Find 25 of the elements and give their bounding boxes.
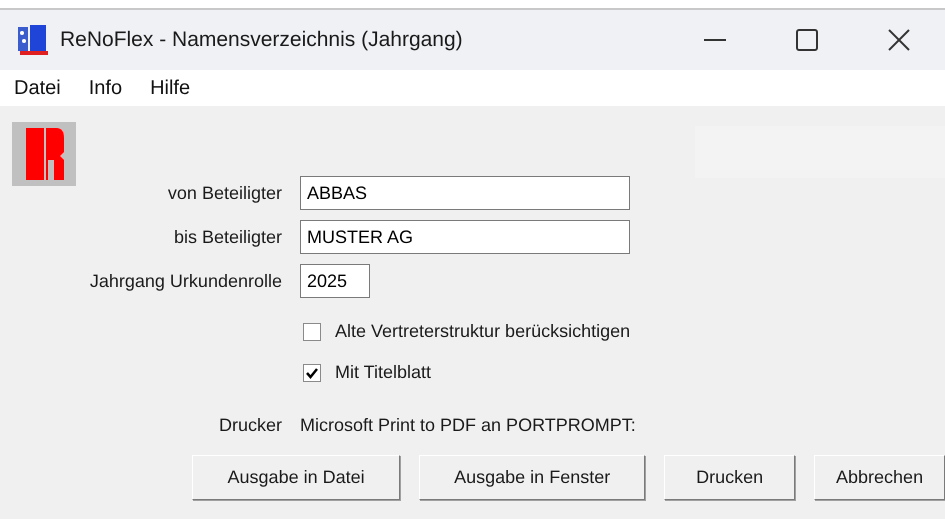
menu-item[interactable]: Datei xyxy=(14,73,61,103)
maximize-icon xyxy=(796,29,818,51)
checkbox[interactable] xyxy=(303,322,321,340)
app-icon xyxy=(16,23,50,57)
dialog-button[interactable]: Ausgabe in Datei xyxy=(192,455,400,500)
close-icon xyxy=(888,29,910,51)
checkbox-label: Alte Vertreterstruktur berücksichtigen xyxy=(335,320,630,343)
minimize-icon xyxy=(704,39,726,41)
field-label: von Beteiligter xyxy=(166,182,282,205)
field-label: Jahrgang Urkundenrolle xyxy=(88,270,282,293)
text-field[interactable]: MUSTER AG xyxy=(300,220,630,254)
printer-name: Microsoft Print to PDF an PORTPROMPT: xyxy=(300,414,636,437)
menu-item[interactable]: Info xyxy=(88,73,122,103)
text-field[interactable]: ABBAS xyxy=(300,176,630,210)
checkbox-label: Mit Titelblatt xyxy=(335,361,432,384)
window-title: ReNoFlex - Namensverzeichnis (Jahrgang) xyxy=(60,27,463,54)
logo-icon xyxy=(12,122,76,186)
menu-item[interactable]: Hilfe xyxy=(150,73,190,103)
dialog-button[interactable]: Drucken xyxy=(664,455,796,500)
checkbox[interactable] xyxy=(303,364,321,382)
dialog-button[interactable]: Ausgabe in Fenster xyxy=(419,455,646,500)
dialog-button[interactable]: Abbrechen xyxy=(814,455,945,500)
field-label: bis Beteiligter xyxy=(172,226,282,249)
printer-label: Drucker xyxy=(218,414,282,437)
text-field[interactable]: 2025 xyxy=(300,264,370,298)
